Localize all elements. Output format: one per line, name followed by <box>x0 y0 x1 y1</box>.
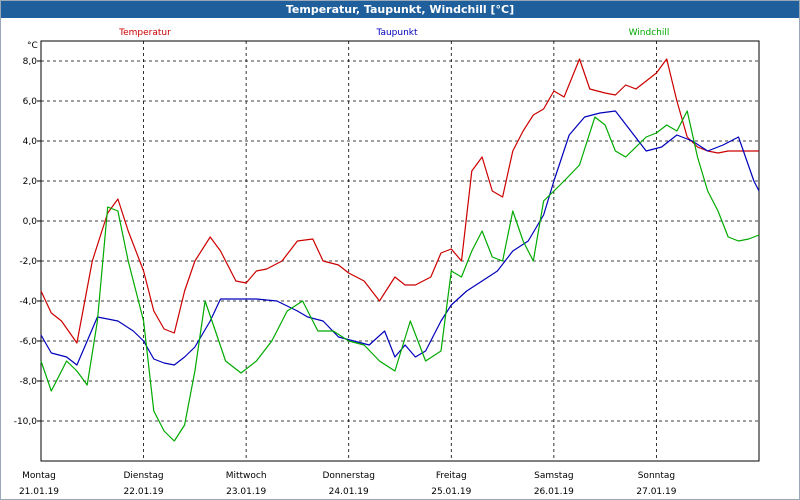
series-line-windchill <box>40 110 760 442</box>
x-tick-date-label: 23.01.19 <box>226 487 266 497</box>
y-tick-label: -8,0 <box>19 377 37 387</box>
x-tick-date-label: 22.01.19 <box>124 487 164 497</box>
legend-label-taupunkt: Taupunkt <box>375 28 418 38</box>
x-tick-day-label: Montag <box>22 471 56 481</box>
x-tick-day-label: Sonntag <box>638 471 675 481</box>
x-tick-date-label: 26.01.19 <box>534 487 574 497</box>
x-tick-date-label: 25.01.19 <box>431 487 471 497</box>
y-tick-label: -10,0 <box>14 417 38 427</box>
x-tick-date-label: 24.01.19 <box>329 487 369 497</box>
x-tick-date-label: 21.01.19 <box>19 487 59 497</box>
y-axis-unit-label: °C <box>27 41 38 51</box>
x-tick-day-label: Mittwoch <box>226 471 267 481</box>
x-tick-date-label: 27.01.19 <box>636 487 676 497</box>
legend-label-temperatur: Temperatur <box>118 28 171 38</box>
line-chart: 8,0 6,0 4,0 2,0 0,0 -2,0 -4,0 -6,0 -8,0 -10,0 Mon… <box>14 28 760 497</box>
legend: Temperatur Taupunkt Windchill <box>118 28 669 38</box>
x-tick-day-label: Samstag <box>534 471 573 481</box>
x-tick-day-label: Donnerstag <box>322 471 375 481</box>
grid <box>41 41 759 461</box>
series-line-temperatur <box>40 58 759 344</box>
y-tick-label: 2,0 <box>23 177 38 187</box>
chart-window: Temperatur, Taupunkt, Windchill [°C] 8,0… <box>0 0 800 500</box>
x-axis-ticks: Montag 21.01.19 Dienstag 22.01.19 Mittwoch 23… <box>19 471 677 497</box>
series-line-taupunkt <box>40 110 760 366</box>
y-tick-label: -4,0 <box>19 297 37 307</box>
y-tick-label: 6,0 <box>23 97 38 107</box>
x-tick-day-label: Dienstag <box>124 471 164 481</box>
y-tick-label: -2,0 <box>19 257 37 267</box>
y-tick-label: -6,0 <box>19 337 37 347</box>
y-tick-label: 4,0 <box>23 137 38 147</box>
series-lines <box>40 58 760 442</box>
legend-label-windchill: Windchill <box>629 28 670 38</box>
y-axis-ticks: 8,0 6,0 4,0 2,0 0,0 -2,0 -4,0 -6,0 -8,0 -10,0 <box>14 57 41 427</box>
y-tick-label: 0,0 <box>23 217 38 227</box>
x-tick-day-label: Freitag <box>436 471 467 481</box>
plot-area <box>40 40 760 462</box>
y-tick-label: 8,0 <box>23 57 38 67</box>
